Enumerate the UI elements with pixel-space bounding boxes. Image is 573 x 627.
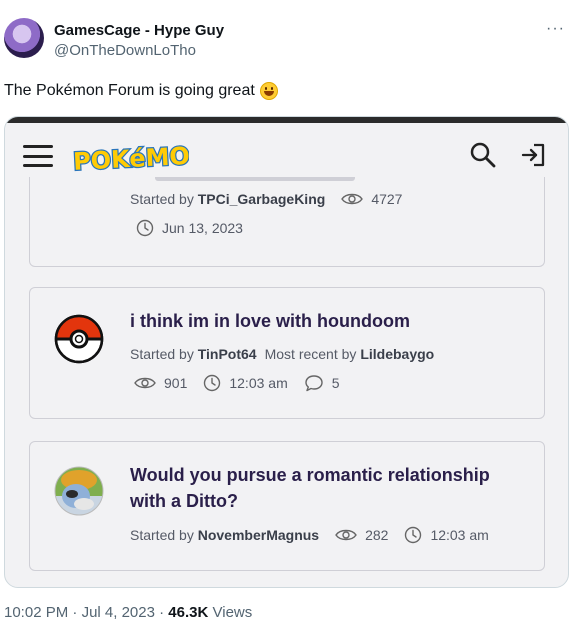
reply-count: 5 xyxy=(331,375,340,391)
clock-icon xyxy=(136,219,154,237)
tweet-date[interactable]: Jul 4, 2023 xyxy=(82,604,155,621)
display-name[interactable]: GamesCage - Hype Guy xyxy=(54,22,224,39)
tweet-time[interactable]: 10:02 PM xyxy=(4,604,68,621)
thread-title-line: with a Ditto? xyxy=(130,491,238,511)
comment-icon xyxy=(305,375,323,392)
separator: · xyxy=(159,604,165,621)
views-label: Views xyxy=(212,604,253,621)
started-by-label: Started by xyxy=(130,346,194,362)
eye-icon xyxy=(335,529,357,541)
sign-in-icon[interactable] xyxy=(519,141,547,169)
thread-meta: Started by NovemberMagnus 282 12:03 am xyxy=(130,526,489,544)
view-count: 901 xyxy=(164,375,188,391)
tweet-timestamp-row: 10:02 PM · Jul 4, 2023 · 46.3K Views xyxy=(4,604,252,621)
clock-icon xyxy=(405,526,422,544)
thread-title-link[interactable]: Would you pursue a romantic relationship… xyxy=(130,462,490,514)
separator: · xyxy=(72,604,78,621)
thread-stats: 901 12:03 am 5 xyxy=(134,374,340,392)
eye-icon xyxy=(134,377,156,389)
user-handle[interactable]: @OnTheDownLoTho xyxy=(54,42,196,59)
view-count: 4727 xyxy=(371,191,403,207)
pokemon-logo[interactable]: POKéMON xyxy=(69,137,189,177)
most-recent-label: Most recent by xyxy=(264,346,357,362)
thread-author-link[interactable]: NovemberMagnus xyxy=(198,527,319,543)
thread-card[interactable]: Would you pursue a romantic relationship… xyxy=(29,441,545,571)
recent-author-link[interactable]: Lildebaygo xyxy=(360,346,434,362)
views-count: 46.3K xyxy=(168,604,209,621)
user-avatar[interactable] xyxy=(54,466,104,516)
thread-meta: Started by TPCi_GarbageKing 4727 xyxy=(130,191,402,207)
search-icon[interactable] xyxy=(469,141,497,169)
thread-date-row: Jun 13, 2023 xyxy=(136,219,243,237)
thread-date: Jun 13, 2023 xyxy=(162,220,243,236)
tweet-text: The Pokémon Forum is going great xyxy=(4,82,278,100)
last-post-time: 12:03 am xyxy=(229,375,288,391)
started-by-label: Started by xyxy=(130,191,194,207)
thread-title-line: Would you pursue a romantic relationship xyxy=(130,465,490,485)
thread-title-link[interactable]: i think im in love with houndoom xyxy=(130,308,410,334)
view-count: 282 xyxy=(365,527,389,543)
thread-meta: Started by TinPot64 Most recent by Lilde… xyxy=(130,346,434,362)
pokeball-icon[interactable] xyxy=(54,314,104,364)
thread-author-link[interactable]: TinPot64 xyxy=(198,346,257,362)
clipped-title-underline xyxy=(155,177,355,181)
started-by-label: Started by xyxy=(130,527,194,543)
eye-icon xyxy=(341,193,364,205)
tweet-header: GamesCage - Hype Guy @OnTheDownLoTho ··· xyxy=(0,0,573,70)
last-post-time: 12:03 am xyxy=(430,527,489,543)
logo-text: POKéMON xyxy=(72,141,189,176)
thread-card[interactable]: Started by TPCi_GarbageKing 4727 Jun 13,… xyxy=(29,177,545,267)
thread-author-link[interactable]: TPCi_GarbageKing xyxy=(198,191,326,207)
hamburger-icon[interactable] xyxy=(23,145,53,167)
more-options-icon[interactable]: ··· xyxy=(546,20,565,38)
thread-card[interactable]: i think im in love with houndoom Started… xyxy=(29,287,545,419)
user-avatar[interactable] xyxy=(4,18,44,58)
tweet-media-image[interactable]: POKéMON Started by TPCi_GarbageKing 4727 xyxy=(4,116,569,588)
clock-icon xyxy=(204,374,221,392)
tweet-text-content: The Pokémon Forum is going great xyxy=(4,82,255,99)
grinning-emoji-icon xyxy=(259,82,278,100)
